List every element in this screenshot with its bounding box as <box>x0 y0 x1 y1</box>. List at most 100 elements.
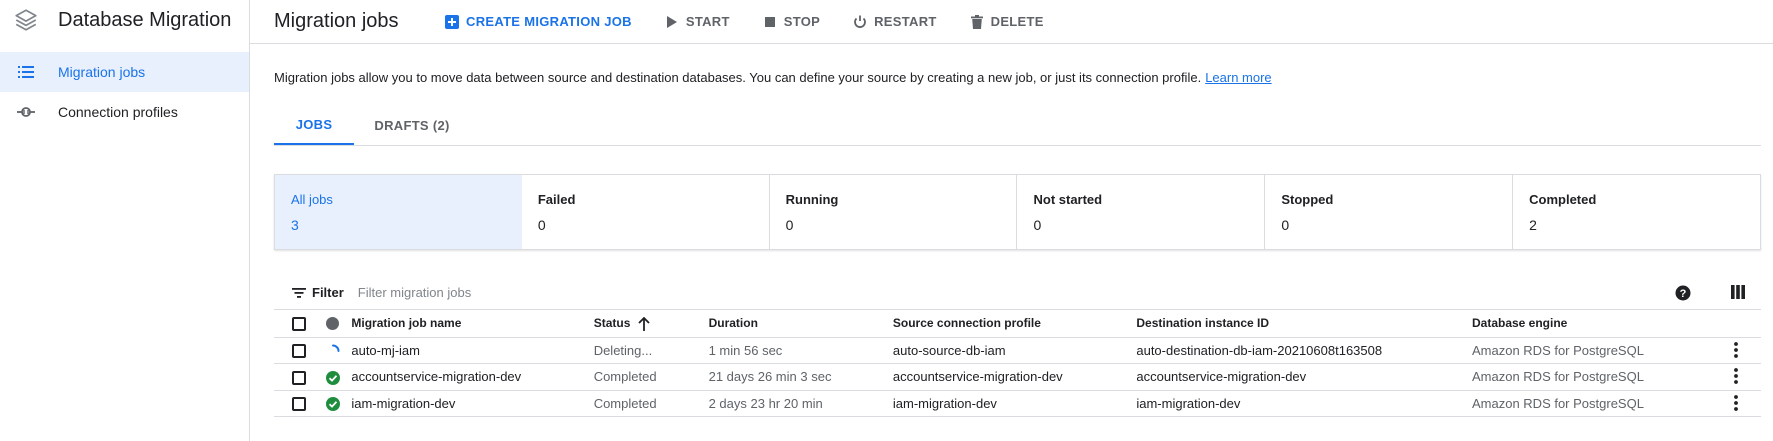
stop-icon <box>762 14 778 30</box>
arrow-up-icon[interactable] <box>638 316 652 331</box>
table-row[interactable]: iam-migration-dev Completed 2 days 23 hr… <box>274 390 1761 417</box>
check-circle-icon <box>325 397 340 412</box>
start-label: START <box>685 14 730 29</box>
page-header: Migration jobs CREATE MIGRATION JOB STAR… <box>250 0 1773 44</box>
intro-text: Migration jobs allow you to move data be… <box>274 70 1272 85</box>
svg-text:?: ? <box>1680 288 1687 300</box>
stop-label: STOP <box>783 14 821 29</box>
restart-button[interactable]: RESTART <box>852 14 937 30</box>
sidebar: Database Migration Migration jobs Connec… <box>0 0 250 441</box>
column-header-name[interactable]: Migration job name <box>351 310 594 338</box>
job-name[interactable]: auto-mj-iam <box>351 337 594 364</box>
job-status: Completed <box>593 363 709 391</box>
summary-card-running[interactable]: Running 0 <box>770 175 1018 249</box>
column-display-icon[interactable] <box>1731 285 1747 301</box>
connection-icon <box>16 102 36 122</box>
learn-more-link[interactable]: Learn more <box>1205 70 1271 85</box>
job-duration: 21 days 26 min 3 sec <box>708 363 893 391</box>
column-header-duration[interactable]: Duration <box>708 310 893 338</box>
stop-button[interactable]: STOP <box>762 14 820 30</box>
delete-button[interactable]: DELETE <box>969 14 1044 30</box>
sidebar-item-label: Migration jobs <box>58 64 146 80</box>
row-checkbox[interactable] <box>292 344 306 359</box>
tab-drafts[interactable]: DRAFTS (2) <box>354 106 470 145</box>
summary-card-stopped[interactable]: Stopped 0 <box>1265 175 1514 249</box>
job-duration: 2 days 23 hr 20 min <box>708 390 893 417</box>
check-circle-icon <box>325 370 340 385</box>
summary-card-all-jobs[interactable]: All jobs 3 <box>275 175 522 249</box>
intro-description: Migration jobs allow you to move data be… <box>274 70 1202 85</box>
summary-card-value: 0 <box>537 217 546 233</box>
summary-card-label: Not started <box>1033 192 1103 207</box>
add-box-icon <box>444 14 460 30</box>
sidebar-item-connection-profiles[interactable]: Connection profiles <box>0 92 249 132</box>
trash-icon <box>969 14 985 30</box>
summary-card-label: All jobs <box>291 192 333 207</box>
select-all-checkbox[interactable] <box>292 316 306 331</box>
list-icon <box>16 62 36 82</box>
filter-bar: Filter ? <box>274 276 1761 310</box>
column-header-engine[interactable]: Database engine <box>1471 310 1723 338</box>
sidebar-item-label: Connection profiles <box>58 104 178 120</box>
job-name[interactable]: iam-migration-dev <box>351 390 594 417</box>
job-engine: Amazon RDS for PostgreSQL <box>1471 390 1723 417</box>
spinner-icon <box>326 344 340 358</box>
product-header: Database Migration <box>0 0 249 40</box>
jobs-table: Migration job name Status Duration Sourc… <box>274 310 1761 417</box>
table-row[interactable]: accountservice-migration-dev Completed 2… <box>274 363 1761 391</box>
job-source[interactable]: accountservice-migration-dev <box>892 363 1137 391</box>
more-vert-icon[interactable] <box>1726 340 1746 360</box>
tab-bar: JOBS DRAFTS (2) <box>274 106 1761 146</box>
sidebar-nav: Migration jobs Connection profiles <box>0 52 249 132</box>
status-header-icon <box>325 317 339 331</box>
delete-label: DELETE <box>990 14 1044 29</box>
job-duration: 1 min 56 sec <box>708 337 893 364</box>
help-icon[interactable]: ? <box>1675 285 1691 301</box>
job-source[interactable]: auto-source-db-iam <box>892 337 1137 364</box>
column-header-destination[interactable]: Destination instance ID <box>1136 310 1472 338</box>
create-migration-job-label: CREATE MIGRATION JOB <box>466 14 632 29</box>
column-header-status[interactable]: Status <box>593 310 709 338</box>
filter-label[interactable]: Filter <box>312 285 344 300</box>
column-header-status-label: Status <box>593 315 631 330</box>
summary-card-failed[interactable]: Failed 0 <box>522 175 770 249</box>
main-content: Migration jobs allow you to move data be… <box>250 44 1773 441</box>
summary-card-value: 0 <box>1281 217 1290 233</box>
column-header-source[interactable]: Source connection profile <box>892 310 1137 338</box>
job-name[interactable]: accountservice-migration-dev <box>351 363 594 391</box>
job-source[interactable]: iam-migration-dev <box>892 390 1137 417</box>
row-checkbox[interactable] <box>292 397 306 412</box>
summary-card-value: 2 <box>1529 217 1537 233</box>
create-migration-job-button[interactable]: CREATE MIGRATION JOB <box>444 14 632 30</box>
job-destination[interactable]: accountservice-migration-dev <box>1136 363 1472 391</box>
job-destination[interactable]: auto-destination-db-iam-20210608t163508 <box>1136 337 1472 364</box>
jobs-table-panel: Filter ? <box>274 276 1761 417</box>
more-vert-icon[interactable] <box>1726 393 1746 413</box>
summary-card-value: 0 <box>785 217 794 233</box>
restart-label: RESTART <box>874 14 937 29</box>
restart-icon <box>852 14 868 30</box>
job-status: Completed <box>593 390 709 417</box>
tab-jobs[interactable]: JOBS <box>274 106 354 145</box>
summary-card-value: 0 <box>1033 217 1042 233</box>
start-button[interactable]: START <box>664 14 730 30</box>
summary-card-label: Running <box>785 192 839 207</box>
job-summary-cards: All jobs 3 Failed 0 Running 0 Not starte… <box>274 174 1761 250</box>
filter-input[interactable] <box>357 285 758 300</box>
more-vert-icon[interactable] <box>1726 366 1746 386</box>
job-engine: Amazon RDS for PostgreSQL <box>1471 337 1723 364</box>
filter-icon[interactable] <box>290 284 308 302</box>
play-icon <box>664 14 680 30</box>
job-engine: Amazon RDS for PostgreSQL <box>1471 363 1723 391</box>
summary-card-label: Stopped <box>1281 192 1334 207</box>
job-destination[interactable]: iam-migration-dev <box>1136 390 1472 417</box>
product-title: Database Migration <box>58 8 232 31</box>
summary-card-completed[interactable]: Completed 2 <box>1513 175 1760 249</box>
page-title: Migration jobs <box>274 10 399 32</box>
summary-card-label: Completed <box>1529 192 1597 207</box>
table-row[interactable]: auto-mj-iam Deleting... 1 min 56 sec aut… <box>274 337 1761 364</box>
summary-card-value: 3 <box>291 217 299 233</box>
summary-card-not-started[interactable]: Not started 0 <box>1017 175 1266 249</box>
row-checkbox[interactable] <box>292 370 306 385</box>
sidebar-item-migration-jobs[interactable]: Migration jobs <box>0 52 249 92</box>
